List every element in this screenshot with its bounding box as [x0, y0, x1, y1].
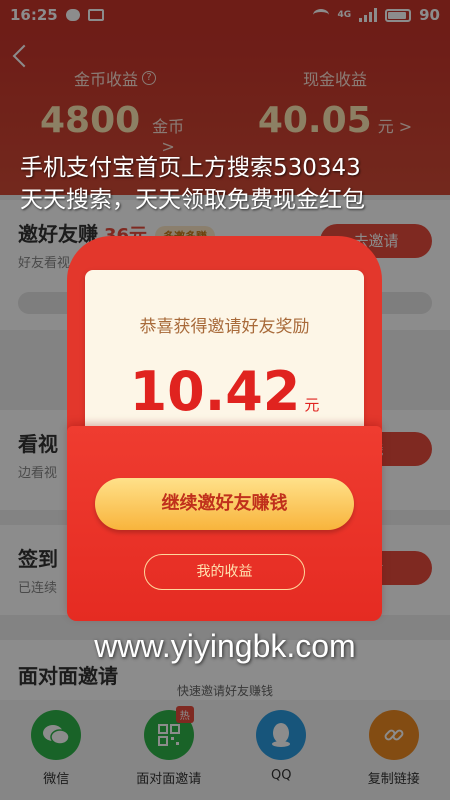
- reward-value: 10.42: [129, 360, 301, 423]
- promo-text-line1: 手机支付宝首页上方搜索530343: [20, 155, 361, 181]
- envelope-front: 继续邀好友赚钱 我的收益: [67, 426, 382, 621]
- promo-text-line2: 天天搜索，天天领取免费现金红包: [20, 187, 365, 213]
- reward-modal: 恭喜获得邀请好友奖励 10.42 元 继续邀好友赚钱 我的收益: [67, 236, 382, 621]
- congrats-text: 恭喜获得邀请好友奖励: [139, 317, 310, 337]
- reward-unit: 元: [304, 396, 320, 414]
- my-earnings-button[interactable]: 我的收益: [144, 554, 305, 590]
- reward-amount: 10.42 元: [85, 360, 364, 423]
- watermark-text: www.yiyingbk.com: [94, 628, 356, 664]
- continue-invite-button[interactable]: 继续邀好友赚钱: [95, 478, 354, 530]
